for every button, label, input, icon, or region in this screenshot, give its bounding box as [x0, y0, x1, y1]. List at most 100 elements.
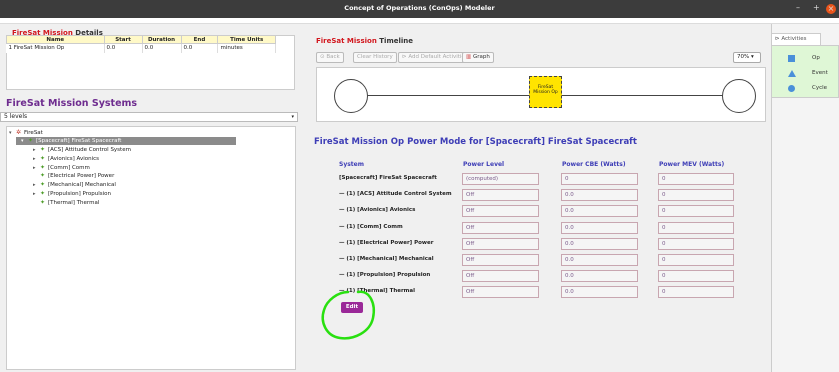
row-time-units[interactable]: minutes	[217, 43, 276, 53]
chevron-down-icon: ▾	[750, 54, 754, 60]
edit-button[interactable]: Edit	[341, 302, 363, 313]
col-power-cbe: Power CBE (Watts)	[562, 161, 626, 168]
row-name[interactable]: FireSat Mission Op	[14, 45, 65, 51]
component-icon: ✦	[40, 155, 46, 162]
tree-item[interactable]: ▾ ✦ [Spacecraft] FireSat Spacecraft	[21, 137, 121, 145]
timeline-end-node[interactable]	[722, 79, 756, 113]
power-mev-field[interactable]: 0	[658, 254, 734, 266]
row-start[interactable]: 0.0	[104, 43, 143, 53]
triangle-icon	[788, 70, 796, 77]
power-cbe-field[interactable]: 0.0	[561, 205, 638, 217]
power-level-field[interactable]: Off	[462, 205, 539, 217]
component-icon: ✦	[40, 164, 46, 171]
chevron-right-icon[interactable]: ▸	[33, 164, 40, 172]
power-cbe-field[interactable]: 0.0	[561, 222, 638, 234]
systems-title: FireSat Mission Systems	[6, 98, 138, 109]
tree-item-label: [Avionics] Avionics	[48, 156, 100, 162]
col-start: Start	[103, 35, 143, 44]
power-cbe-field[interactable]: 0.0	[561, 270, 638, 282]
power-mev-field[interactable]: 0	[658, 222, 734, 234]
power-mev-field[interactable]: 0	[658, 205, 734, 217]
power-cbe-field[interactable]: 0.0	[561, 254, 638, 266]
chevron-down-icon: ▾	[291, 114, 294, 120]
tree-item[interactable]: ▸ ✦ [Mechanical] Mechanical	[33, 181, 116, 189]
tree-item[interactable]: ✦ [Thermal] Thermal	[33, 199, 99, 207]
power-level-field[interactable]: (computed)	[462, 173, 539, 185]
power-cbe-field[interactable]: 0.0	[561, 189, 638, 201]
timeline-canvas[interactable]: FireSat Mission Op	[316, 67, 766, 122]
clear-history-button[interactable]: Clear History	[353, 52, 397, 63]
minimize-button[interactable]: –	[796, 3, 800, 12]
activities-palette: Op Event Cycle	[771, 45, 839, 98]
row-duration[interactable]: 0.0	[142, 43, 182, 53]
component-icon: ✦	[40, 199, 46, 206]
chevron-right-icon[interactable]: ▸	[33, 155, 40, 163]
levels-select[interactable]: 5 levels ▾	[0, 112, 298, 122]
window-title: Concept of Operations (ConOps) Modeler	[344, 4, 495, 12]
tree-item[interactable]: ▾ ✲ FireSat	[9, 129, 43, 137]
tree-item-label: [Thermal] Thermal	[48, 200, 100, 206]
power-row-system: — (1) [Avionics] Avionics	[339, 207, 416, 213]
timeline-title: FireSat Mission Timeline	[316, 37, 414, 45]
square-icon	[788, 55, 795, 62]
tree-item-label: [Propulsion] Propulsion	[48, 191, 111, 197]
toolbar-strip	[0, 18, 839, 24]
power-row-system: [Spacecraft] FireSat Spacecraft	[339, 175, 437, 181]
back-button[interactable]: ⊙ Back	[316, 52, 344, 63]
maximize-button[interactable]: +	[813, 3, 820, 12]
table-row[interactable]: 1 FireSat Mission Op 0.0 0.0 0.0 minutes	[6, 43, 276, 53]
component-icon: ✦	[40, 146, 46, 153]
tab-activities[interactable]: ⊳ Activities	[771, 33, 821, 45]
power-mev-field[interactable]: 0	[658, 173, 734, 185]
power-level-field[interactable]: Off	[462, 270, 539, 282]
chevron-down-icon[interactable]: ▾	[9, 129, 16, 137]
power-mev-field[interactable]: 0	[658, 270, 734, 282]
tree-item-label: [ACS] Attitude Control System	[48, 147, 131, 153]
graph-button[interactable]: ▥ Graph	[462, 52, 494, 63]
power-cbe-field[interactable]: 0.0	[561, 286, 638, 298]
tree-item-label: [Comm] Comm	[48, 165, 90, 171]
power-cbe-field[interactable]: 0	[561, 173, 638, 185]
add-default-activities-button[interactable]: ⊳ Add Default Activities	[398, 52, 472, 63]
tree-item[interactable]: ▸ ✦ [ACS] Attitude Control System	[33, 146, 131, 154]
power-level-field[interactable]: Off	[462, 189, 539, 201]
col-name: Name	[6, 35, 105, 44]
window-titlebar: Concept of Operations (ConOps) Modeler –…	[0, 0, 839, 18]
power-cbe-field[interactable]: 0.0	[561, 238, 638, 250]
power-row-system: — (1) [Electrical Power] Power	[339, 240, 434, 246]
power-mev-field[interactable]: 0	[658, 238, 734, 250]
chart-icon: ▥	[466, 54, 472, 60]
col-power-level: Power Level	[463, 161, 505, 168]
chevron-right-icon[interactable]: ▸	[33, 146, 40, 154]
tree-item-label: [Mechanical] Mechanical	[48, 182, 116, 188]
chevron-right-icon[interactable]: ▸	[33, 190, 40, 198]
timeline-start-node[interactable]	[334, 79, 368, 113]
row-end[interactable]: 0.0	[181, 43, 219, 53]
col-duration: Duration	[141, 35, 182, 44]
power-row-system: — (1) [Comm] Comm	[339, 224, 403, 230]
power-level-field[interactable]: Off	[462, 286, 539, 298]
power-level-field[interactable]: Off	[462, 254, 539, 266]
circle-icon	[788, 85, 795, 92]
col-end: End	[180, 35, 219, 44]
tree-item[interactable]: ▸ ✦ [Avionics] Avionics	[33, 155, 99, 163]
col-power-mev: Power MEV (Watts)	[659, 161, 725, 168]
tree-item[interactable]: ✦ [Electrical Power] Power	[33, 172, 114, 180]
close-button[interactable]: ×	[826, 4, 836, 14]
component-icon: ✦	[40, 181, 46, 188]
col-time-units: Time Units	[217, 35, 276, 44]
power-mev-field[interactable]: 0	[658, 286, 734, 298]
root-system-icon: ✲	[16, 129, 22, 136]
chevron-down-icon[interactable]: ▾	[21, 137, 28, 145]
tree-item[interactable]: ▸ ✦ [Propulsion] Propulsion	[33, 190, 111, 198]
power-level-field[interactable]: Off	[462, 238, 539, 250]
power-mev-field[interactable]: 0	[658, 189, 734, 201]
chevron-right-icon[interactable]: ▸	[33, 181, 40, 189]
power-mode-title: FireSat Mission Op Power Mode for [Space…	[314, 137, 637, 147]
power-level-field[interactable]: Off	[462, 222, 539, 234]
tree-item[interactable]: ▸ ✦ [Comm] Comm	[33, 164, 90, 172]
timeline-activity[interactable]: FireSat Mission Op	[529, 76, 562, 108]
col-system: System	[339, 161, 364, 168]
tree-item-label: [Electrical Power] Power	[48, 173, 115, 179]
zoom-select[interactable]: 70% ▾	[733, 52, 761, 63]
